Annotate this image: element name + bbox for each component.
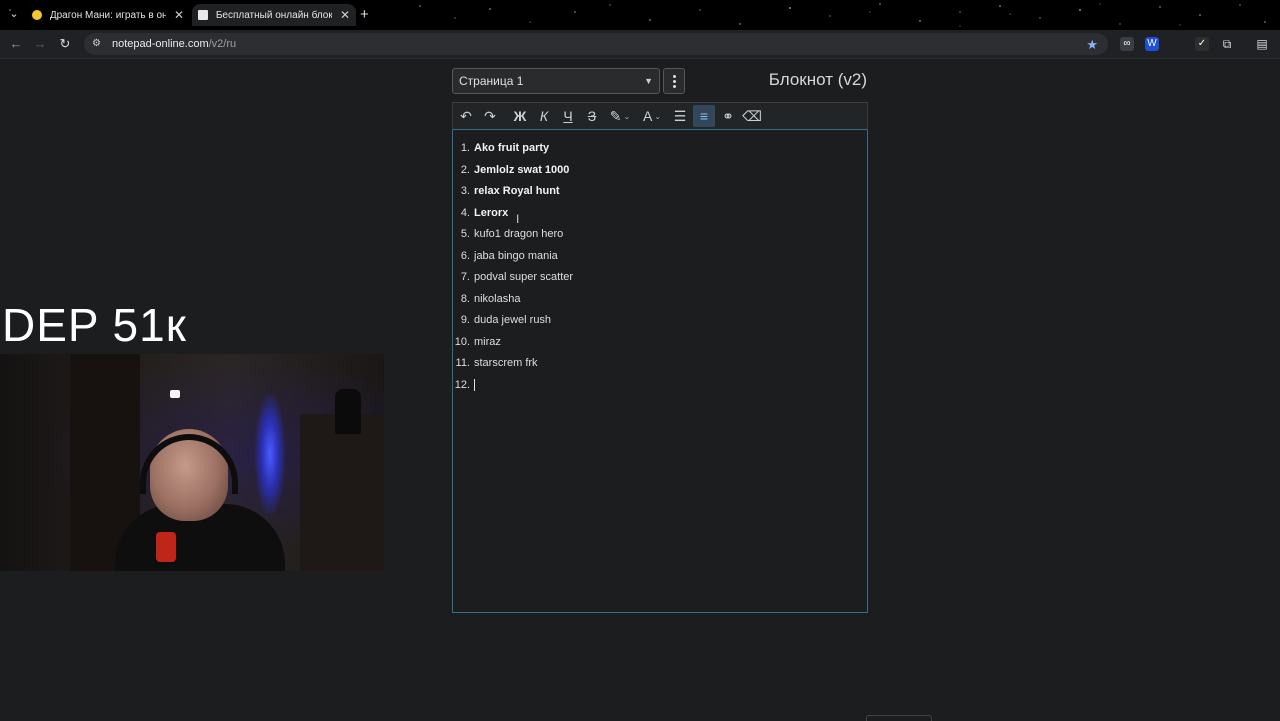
font-color-button[interactable]: A ⌄ — [637, 105, 667, 127]
list-item-text: Jemlolz swat 1000 — [474, 163, 570, 176]
list-item[interactable]: 2. Jemlolz swat 1000 — [453, 160, 867, 182]
sidebar-toggle-icon[interactable]: ▤ — [1255, 37, 1269, 51]
editor-text-area[interactable]: 1. Ako fruit party 2. Jemlolz swat 1000 3. re… — [452, 130, 868, 613]
list-item-number: 11. — [455, 357, 470, 369]
font-color-icon: A — [642, 108, 653, 124]
list-item-text: Lerorx — [474, 206, 509, 219]
bullet-list-icon[interactable]: ☰ — [669, 105, 691, 127]
text-cursor-ibeam-icon: I — [516, 212, 520, 226]
chevron-down-icon: ▼ — [644, 76, 653, 86]
bottom-edge-tab — [866, 715, 932, 721]
list-item-number: 7. — [460, 271, 470, 283]
list-item-text: starscrem frk — [474, 357, 538, 369]
page-title: Блокнот (v2) — [768, 70, 867, 89]
list-item-text: Ako fruit party — [474, 142, 550, 154]
list-item[interactable]: 9. duda jewel rush — [453, 310, 867, 332]
list-item-number: 12. — [454, 378, 470, 391]
browser-toolbar: ← → ↻ ⚙ notepad-online.com/v2/ru ★ ∞ W ✓… — [0, 30, 1280, 59]
brush-icon: ✎ — [609, 107, 622, 124]
tab-title: Бесплатный онлайн блокнот — [215, 9, 332, 21]
page-select-value: Страница 1 — [459, 74, 524, 88]
list-item-text: relax Royal hunt — [474, 185, 560, 197]
stream-overlay-deposit-text: DEP 51к — [2, 299, 187, 351]
list-item-text: kufo1 dragon hero — [474, 228, 564, 240]
site-settings-icon[interactable]: ⚙ — [92, 39, 104, 49]
extension-glasses-icon[interactable]: ∞ — [1120, 37, 1134, 51]
address-bar[interactable]: ⚙ notepad-online.com/v2/ru ★ — [84, 33, 1108, 55]
underline-button[interactable]: Ч — [557, 105, 579, 127]
page-options-kebab-icon[interactable] — [663, 68, 685, 94]
list-item[interactable]: 6. jaba bingo mania — [453, 246, 867, 268]
close-tab-icon[interactable]: ✕ — [340, 8, 350, 22]
editor-toolbar: ↶ ↷ Ж К Ч З ✎ ⌄ A ⌄ ☰ ≡ ⚭ ⌫ — [452, 102, 868, 130]
list-item[interactable]: 11. starscrem frk — [453, 353, 867, 375]
list-item-number: 2. — [460, 163, 470, 176]
list-item-number: 9. — [460, 314, 470, 326]
eraser-clear-format-icon[interactable]: ⌫ — [741, 105, 763, 127]
list-item[interactable]: 7. podval super scatter — [453, 267, 867, 289]
list-item-text: duda jewel rush — [474, 314, 552, 326]
new-tab-plus-icon[interactable]: + — [360, 6, 369, 23]
document-favicon-icon — [198, 10, 208, 20]
tab-search-menu-icon[interactable]: ⌄ — [6, 6, 22, 22]
undo-icon[interactable]: ↶ — [455, 105, 477, 127]
list-item[interactable]: 3. relax Royal hunt — [453, 181, 867, 203]
forward-arrow-icon[interactable]: → — [32, 36, 48, 52]
list-item-number: 8. — [460, 292, 470, 305]
tab-title: Драгон Мани: играть в онлайн — [49, 9, 166, 21]
list-item-number: 1. — [460, 142, 470, 154]
tab-dragon-money[interactable]: Драгон Мани: играть в онлайн ✕ — [26, 4, 190, 26]
list-item-number: 3. — [460, 185, 470, 197]
italic-button[interactable]: К — [533, 105, 555, 127]
extensions-puzzle-icon[interactable]: ⧉ — [1220, 37, 1234, 51]
page-select[interactable]: Страница 1 ▼ — [452, 68, 660, 94]
list-item-text: miraz — [474, 335, 501, 348]
url-host: notepad-online.com — [112, 38, 209, 50]
url-path: /v2/ru — [208, 38, 237, 50]
numbered-list: 1. Ako fruit party 2. Jemlolz swat 1000 3. re… — [453, 130, 867, 396]
back-arrow-icon[interactable]: ← — [8, 36, 24, 52]
list-item[interactable]: 10. miraz — [453, 332, 867, 354]
list-item[interactable]: 8. nikolasha — [453, 289, 867, 311]
list-item-number: 6. — [460, 249, 470, 262]
tab-notepad[interactable]: Бесплатный онлайн блокнот ✕ — [192, 4, 356, 26]
list-item-number: 5. — [460, 228, 470, 240]
webcam-feed — [0, 354, 384, 571]
text-caret — [474, 378, 475, 391]
list-item-text: nikolasha — [474, 292, 521, 305]
coin-favicon-icon — [32, 10, 42, 20]
bold-button[interactable]: Ж — [509, 105, 531, 127]
list-item[interactable]: 1. Ako fruit party — [453, 138, 867, 160]
tab-strip: ⌄ Драгон Мани: играть в онлайн ✕ Бесплат… — [0, 0, 1280, 30]
redo-icon[interactable]: ↷ — [479, 105, 501, 127]
strikethrough-button[interactable]: З — [581, 105, 603, 127]
list-item-text: jaba bingo mania — [474, 249, 558, 262]
extension-w-icon[interactable]: W — [1145, 37, 1159, 51]
list-item[interactable]: 5. kufo1 dragon hero — [453, 224, 867, 246]
list-item-text: podval super scatter — [474, 271, 574, 283]
numbered-list-icon[interactable]: ≡ — [693, 105, 715, 127]
list-item-number: 10. — [454, 335, 470, 348]
bookmark-star-icon[interactable]: ★ — [1086, 37, 1098, 53]
url-text: notepad-online.com/v2/ru — [112, 38, 236, 50]
close-tab-icon[interactable]: ✕ — [174, 8, 184, 22]
list-item[interactable]: 12. — [453, 375, 867, 397]
list-item-number: 4. — [460, 206, 470, 219]
extension-vk-icon[interactable]: ✓ — [1195, 37, 1209, 51]
highlight-brush-button[interactable]: ✎ ⌄ — [605, 105, 635, 127]
link-icon[interactable]: ⚭ — [717, 105, 739, 127]
reload-icon[interactable]: ↻ — [57, 36, 73, 52]
